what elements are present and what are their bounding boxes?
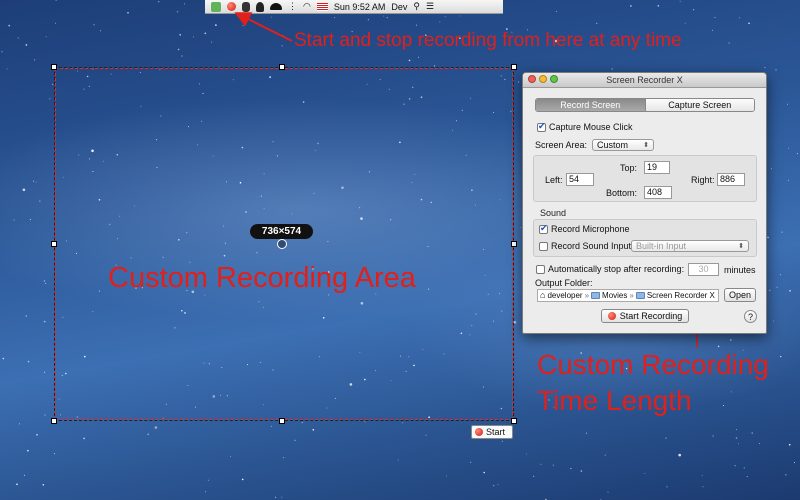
auto-stop-minutes-field[interactable]: 30 xyxy=(688,263,719,276)
screen-area-select[interactable]: Custom ⬍ xyxy=(592,139,655,151)
right-field[interactable]: 886 xyxy=(717,173,745,186)
window-titlebar[interactable]: Screen Recorder X xyxy=(523,73,766,88)
record-sound-input-row: Record Sound Input xyxy=(539,241,631,251)
start-recording-label: Start Recording xyxy=(619,311,683,321)
tab-capture-screen[interactable]: Capture Screen xyxy=(644,99,754,111)
record-microphone-checkbox[interactable] xyxy=(539,223,548,234)
record-icon xyxy=(607,312,616,320)
path-separator: » xyxy=(584,291,590,300)
folder-icon xyxy=(591,292,601,299)
annotation-menubar-note: Start and stop recording from here at an… xyxy=(294,30,682,51)
start-mini-button[interactable]: Start xyxy=(471,425,513,439)
path-separator: » xyxy=(629,291,634,300)
sound-group: Record Microphone Record Sound Input Bui… xyxy=(533,219,757,257)
screen-area-label: Screen Area: xyxy=(535,140,588,150)
auto-stop-checkbox[interactable] xyxy=(536,264,545,274)
bottom-field[interactable]: 408 xyxy=(644,186,672,199)
resize-handle-bottom-left[interactable] xyxy=(51,418,57,424)
output-folder-path[interactable]: ⌂ developer » Movies » Screen Recorder X xyxy=(537,289,719,302)
stepper-arrows-icon: ⬍ xyxy=(738,243,744,250)
close-window-button[interactable] xyxy=(528,75,536,83)
sound-section-label: Sound xyxy=(540,208,567,218)
mode-tabs: Record Screen Capture Screen xyxy=(535,98,755,112)
tab-record-screen[interactable]: Record Screen xyxy=(536,99,645,111)
selection-size-badge: 736×574 xyxy=(250,224,313,239)
folder-icon xyxy=(635,292,645,299)
auto-stop-row: Automatically stop after recording: xyxy=(536,264,684,274)
left-field[interactable]: 54 xyxy=(566,173,594,186)
resize-handle-left[interactable] xyxy=(51,241,57,247)
resize-handle-top-right[interactable] xyxy=(511,64,517,70)
sound-input-select[interactable]: Built-in Input ⬍ xyxy=(631,240,749,252)
resize-handle-top-left[interactable] xyxy=(51,64,57,70)
screen-recorder-window: Screen Recorder X Record Screen Capture … xyxy=(522,72,767,334)
home-icon: ⌂ xyxy=(540,290,546,300)
record-microphone-row: Record Microphone xyxy=(539,223,630,234)
resize-handle-right[interactable] xyxy=(511,241,517,247)
record-microphone-label: Record Microphone xyxy=(551,224,630,234)
bottom-label: Bottom: xyxy=(606,188,638,198)
start-recording-button[interactable]: Start Recording xyxy=(601,309,689,323)
top-field[interactable]: 19 xyxy=(644,161,670,174)
annotation-time-note: Custom Recording Time Length xyxy=(537,347,769,419)
sound-input-value: Built-in Input xyxy=(636,241,687,251)
stepper-arrows-icon: ⬍ xyxy=(643,142,650,149)
capture-mouse-click-label: Capture Mouse Click xyxy=(549,122,633,132)
zoom-window-button[interactable] xyxy=(550,75,558,83)
annotation-time-line2: Time Length xyxy=(537,385,692,416)
top-label: Top: xyxy=(620,163,638,173)
auto-stop-unit: minutes xyxy=(724,265,756,275)
screen-area-row: Screen Area: Custom ⬍ xyxy=(535,139,655,151)
resize-handle-bottom-right[interactable] xyxy=(511,418,517,424)
open-folder-button[interactable]: Open xyxy=(724,288,756,302)
auto-stop-label: Automatically stop after recording: xyxy=(548,264,685,274)
resize-handle-bottom[interactable] xyxy=(279,418,285,424)
arrow-to-menubar xyxy=(234,12,293,42)
help-button[interactable]: ? xyxy=(744,310,757,323)
record-sound-input-checkbox[interactable] xyxy=(539,241,548,251)
minimize-window-button[interactable] xyxy=(539,75,547,83)
capture-mouse-click-checkbox[interactable] xyxy=(537,121,546,132)
start-mini-label: Start xyxy=(486,427,506,437)
window-title: Screen Recorder X xyxy=(606,75,683,85)
annotation-time-line1: Custom Recording xyxy=(537,349,769,380)
left-label: Left: xyxy=(545,175,563,185)
screen-area-value: Custom xyxy=(597,140,629,150)
record-sound-input-label: Record Sound Input xyxy=(551,241,632,251)
move-handle[interactable] xyxy=(277,239,287,249)
output-folder-label: Output Folder: xyxy=(535,278,593,288)
path-segment-movies[interactable]: Movies xyxy=(602,291,627,300)
record-icon xyxy=(475,428,483,436)
path-segment-app[interactable]: Screen Recorder X xyxy=(647,291,715,300)
resize-handle-top[interactable] xyxy=(279,64,285,70)
capture-mouse-click-row: Capture Mouse Click xyxy=(537,121,633,132)
coordinates-group: Top: 19 Left: 54 Right: 886 Bottom: 408 xyxy=(533,155,757,202)
path-segment-home[interactable]: developer xyxy=(547,291,582,300)
right-label: Right: xyxy=(691,175,715,185)
